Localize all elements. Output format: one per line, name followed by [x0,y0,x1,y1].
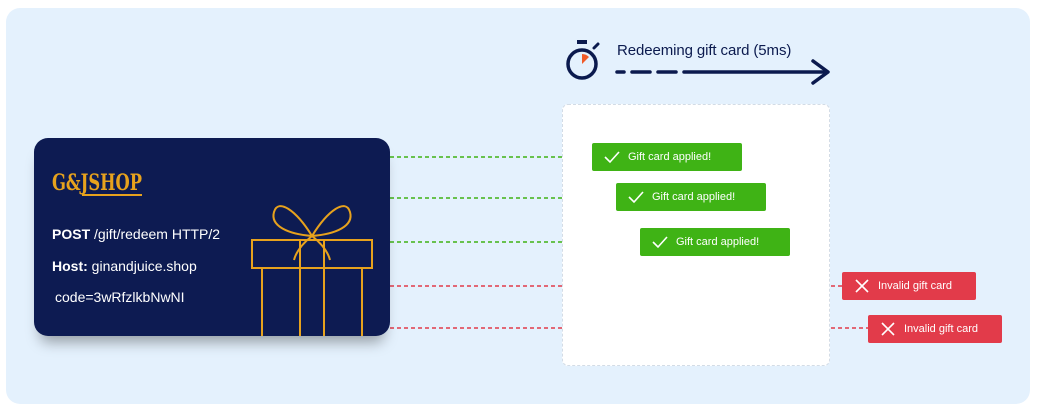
gift-card-request: G&JSHOP POST /gift/redeem HTTP/2 Host: g… [34,138,390,336]
result-text: Invalid gift card [878,280,952,292]
timer-label: Redeeming gift card (5ms) [617,42,792,59]
shop-logo: G&JSHOP [52,170,142,196]
result-text: Gift card applied! [652,191,736,203]
close-icon [855,279,869,293]
timeline-arrow [615,59,830,85]
request-line: POST /gift/redeem HTTP/2 [52,226,221,242]
result-text: Gift card applied! [676,236,760,248]
result-text: Gift card applied! [628,151,712,163]
result-text: Invalid gift card [904,323,978,335]
code-line: code=3wRfzlkbNwNI [55,289,185,305]
result-badge-3: Gift card applied! [640,228,790,256]
svg-text:G&JSHOP: G&JSHOP [52,170,142,196]
stopwatch-icon [566,40,600,80]
checkmark-icon [652,236,668,249]
close-icon [881,322,895,336]
result-badge-2: Gift card applied! [616,183,766,211]
result-badge-1: Gift card applied! [592,143,742,171]
checkmark-icon [604,151,620,164]
gift-box-icon [251,205,373,336]
host-line: Host: ginandjuice.shop [52,258,197,274]
result-badge-5: Invalid gift card [868,315,1002,343]
result-badge-4: Invalid gift card [842,272,976,300]
checkmark-icon [628,191,644,204]
